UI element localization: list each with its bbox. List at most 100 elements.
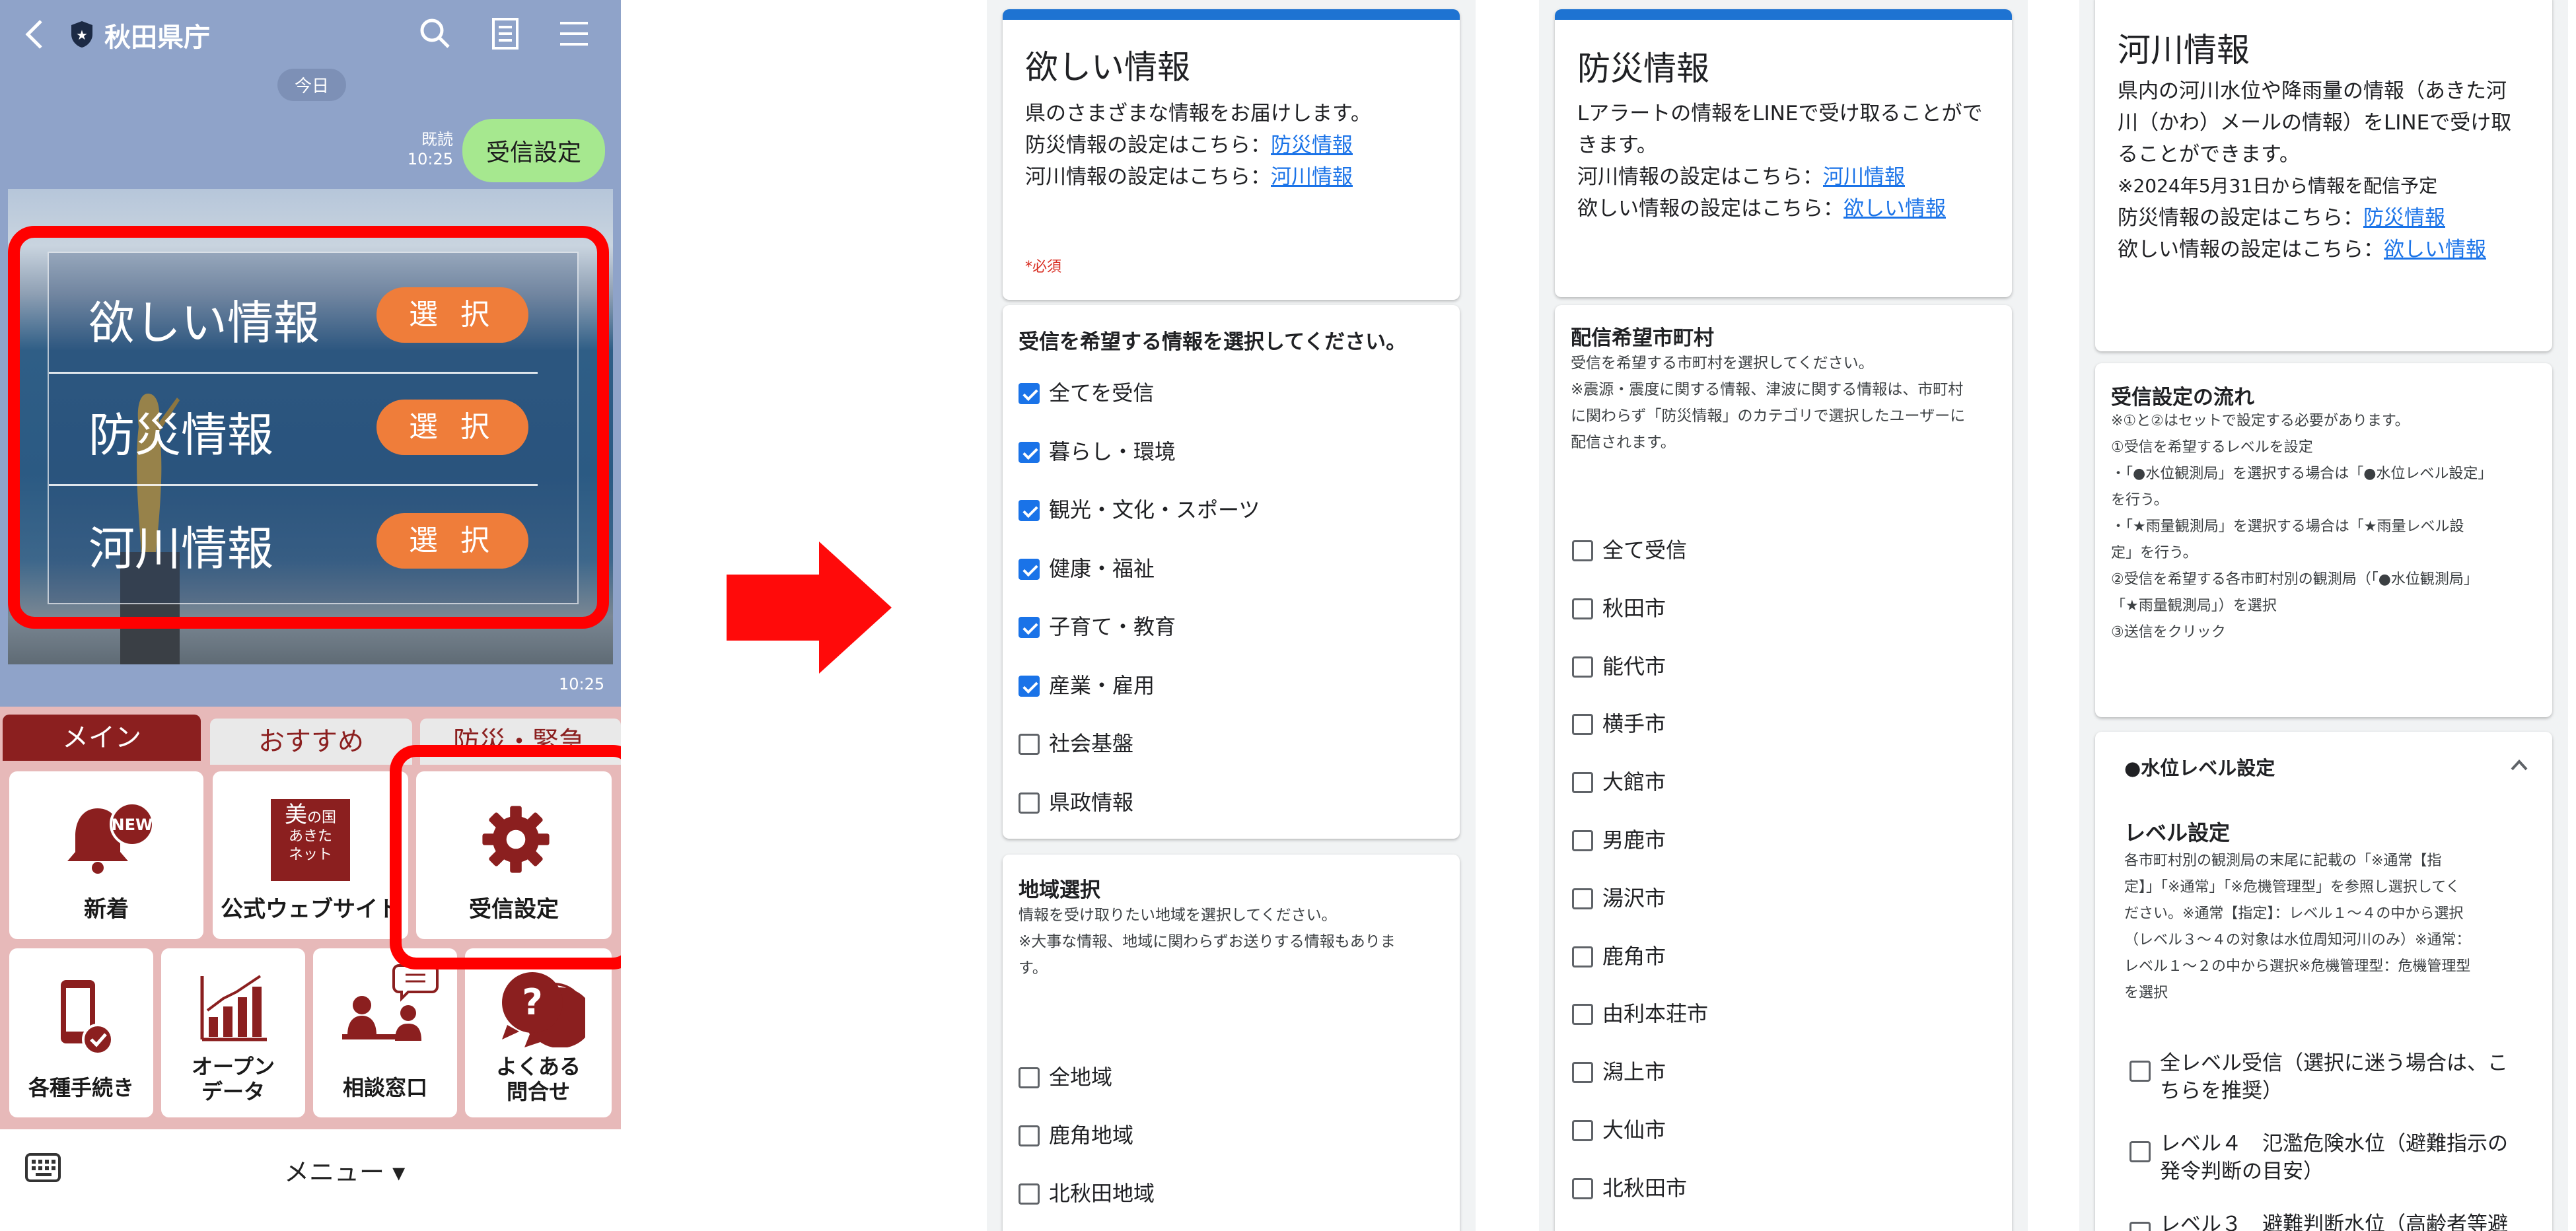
tab-main[interactable]: メイン: [3, 715, 201, 761]
info-option-checkbox[interactable]: [1019, 617, 1040, 638]
flow-step: 「★雨量観測局」）を選択: [2111, 598, 2277, 614]
form-wanted-info: 欲しい情報 県のさまざまな情報をお届けします。 防災情報の設定はこちら：防災情報…: [987, 0, 1476, 1231]
tile-faq[interactable]: ? よくある 問合せ: [465, 948, 612, 1117]
municipality-option-label[interactable]: 全て受信: [1602, 537, 1687, 563]
info-option-checkbox[interactable]: [1019, 441, 1040, 463]
flow-step: ③送信をクリック: [2111, 624, 2226, 641]
hamburger-menu-icon[interactable]: [559, 20, 589, 48]
info-option-label[interactable]: 暮らし・環境: [1049, 439, 1176, 465]
municipality-option-label[interactable]: 湯沢市: [1602, 885, 1666, 911]
info-option-label[interactable]: 県政情報: [1049, 789, 1133, 816]
river-info-link[interactable]: 河川情報: [1823, 165, 1905, 189]
area-option-checkbox[interactable]: [1019, 1067, 1040, 1088]
level-option-label[interactable]: ちらを推奨）: [2160, 1078, 2283, 1104]
municipality-option-checkbox[interactable]: [1572, 1120, 1593, 1141]
question-title: 地域選択: [1019, 878, 1100, 902]
level-option-checkbox[interactable]: [2129, 1222, 2151, 1231]
area-option-checkbox[interactable]: [1019, 1183, 1040, 1205]
level-option-checkbox[interactable]: [2129, 1061, 2151, 1082]
municipality-option-checkbox[interactable]: [1572, 1004, 1593, 1026]
municipality-option-label[interactable]: 由利本荘市: [1602, 1001, 1708, 1027]
municipality-option-checkbox[interactable]: [1572, 830, 1593, 851]
tile-procedures[interactable]: 各種手続き: [9, 948, 153, 1117]
wanted-info-link[interactable]: 欲しい情報: [2384, 238, 2486, 262]
link-row: 欲しい情報の設定はこちら：欲しい情報: [2118, 238, 2486, 262]
phone-check-icon: [61, 980, 114, 1055]
municipality-option-label[interactable]: 能代市: [1602, 653, 1666, 680]
flow-step: を行う。: [2111, 492, 2168, 509]
flow-step: 定」を行う。: [2111, 545, 2198, 561]
municipality-option-checkbox[interactable]: [1572, 656, 1593, 678]
form-header-card: 防災情報 Lアラートの情報をLINEで受け取ることがで きます。 河川情報の設定…: [1555, 9, 2012, 297]
tile-official-website[interactable]: 美の国 あきた ネット 公式ウェブサイト: [213, 771, 408, 939]
level-option-label[interactable]: 全レベル受信（選択に迷う場合は、こ: [2160, 1050, 2508, 1076]
level-note: 各市町村別の観測局の末尾に記載の「※通常【指: [2124, 853, 2442, 869]
info-option-checkbox[interactable]: [1019, 734, 1040, 755]
municipality-option-label[interactable]: 男鹿市: [1602, 827, 1666, 853]
form-title: 欲しい情報: [1025, 48, 1190, 87]
level-option-label[interactable]: 発令判断の目安）: [2160, 1158, 2324, 1185]
question-card-municipality: 配信希望市町村 受信を希望する市町村を選択してください。 ※震源・震度に関する情…: [1555, 305, 2012, 1231]
info-option-checkbox[interactable]: [1019, 792, 1040, 814]
info-option-checkbox[interactable]: [1019, 675, 1040, 697]
municipality-option-label[interactable]: 秋田市: [1602, 595, 1666, 621]
question-title: 配信希望市町村: [1571, 326, 1714, 350]
chevron-up-icon[interactable]: [2510, 758, 2528, 771]
tile-open-data[interactable]: オープン データ: [161, 948, 305, 1117]
official-account-badge-icon: ★: [71, 21, 92, 48]
area-option-label[interactable]: 鹿角地域: [1049, 1122, 1133, 1148]
level-option-checkbox[interactable]: [2129, 1141, 2151, 1162]
rich-message-time: 10:25: [559, 675, 605, 693]
info-option-label[interactable]: 観光・文化・スポーツ: [1049, 497, 1260, 523]
level-option-label[interactable]: レベル４ 氾濫危険水位（避難指示の: [2160, 1131, 2508, 1157]
tile-news[interactable]: NEW 新着: [9, 771, 203, 939]
info-option-label[interactable]: 健康・福祉: [1049, 555, 1155, 582]
river-info-link[interactable]: 河川情報: [1271, 165, 1353, 189]
municipality-option-label[interactable]: 大館市: [1602, 769, 1666, 795]
wanted-info-link[interactable]: 欲しい情報: [1843, 197, 1946, 221]
keyboard-icon[interactable]: [25, 1152, 61, 1183]
municipality-option-label[interactable]: 大仙市: [1602, 1117, 1666, 1143]
info-option-checkbox[interactable]: [1019, 558, 1040, 580]
search-icon[interactable]: [417, 16, 452, 50]
municipality-option-label[interactable]: 北秋田市: [1602, 1175, 1687, 1201]
municipality-option-label[interactable]: 潟上市: [1602, 1059, 1666, 1085]
municipality-option-checkbox[interactable]: [1572, 888, 1593, 909]
bikuni-akita-logo: 美の国 あきた ネット: [271, 799, 350, 881]
question-title: 受信を希望する情報を選択してください。: [1019, 330, 1407, 354]
flow-step: ①受信を希望するレベルを設定: [2111, 439, 2313, 456]
municipality-option-checkbox[interactable]: [1572, 946, 1593, 967]
municipality-option-checkbox[interactable]: [1572, 1178, 1593, 1199]
municipality-option-checkbox[interactable]: [1572, 714, 1593, 736]
tile-consultation[interactable]: 相談窓口: [313, 948, 457, 1117]
question-note: に関わらず「防災情報」のカテゴリで選択したユーザーに: [1571, 407, 1966, 425]
chat-title: 秋田県庁: [104, 22, 210, 53]
menu-toggle[interactable]: メニュー ▾: [284, 1152, 405, 1188]
tile-news-label: 新着: [84, 896, 129, 923]
info-option-label[interactable]: 産業・雇用: [1049, 672, 1155, 699]
municipality-option-checkbox[interactable]: [1572, 540, 1593, 561]
municipality-option-label[interactable]: 鹿角市: [1602, 943, 1666, 969]
municipality-option-checkbox[interactable]: [1572, 772, 1593, 794]
info-option-label[interactable]: 社会基盤: [1049, 730, 1133, 757]
municipality-option-label[interactable]: 横手市: [1602, 711, 1666, 737]
info-option-checkbox[interactable]: [1019, 383, 1040, 404]
area-option-label[interactable]: 全地域: [1049, 1064, 1112, 1090]
municipality-option-checkbox[interactable]: [1572, 1062, 1593, 1084]
form-header-card: 欲しい情報 県のさまざまな情報をお届けします。 防災情報の設定はこちら：防災情報…: [1003, 9, 1460, 300]
message-time: 10:25: [407, 150, 453, 168]
disaster-info-link[interactable]: 防災情報: [1271, 133, 1353, 157]
link-row: 河川情報の設定はこちら：河川情報: [1577, 165, 1905, 189]
tab-recommended[interactable]: おすすめ: [210, 719, 412, 765]
info-option-label[interactable]: 子育て・教育: [1049, 614, 1176, 640]
municipality-option-checkbox[interactable]: [1572, 598, 1593, 619]
info-option-label[interactable]: 全てを受信: [1049, 380, 1154, 406]
highlight-settings-tile: [390, 745, 621, 969]
disaster-info-link[interactable]: 防災情報: [2363, 206, 2445, 230]
area-option-checkbox[interactable]: [1019, 1125, 1040, 1146]
area-option-label[interactable]: 北秋田地域: [1049, 1180, 1155, 1207]
back-arrow-icon[interactable]: [24, 18, 45, 50]
info-option-checkbox[interactable]: [1019, 500, 1040, 521]
notes-icon[interactable]: [491, 17, 519, 50]
level-option-label[interactable]: レベル３ 避難判断水位（高齢者等避: [2160, 1211, 2508, 1231]
